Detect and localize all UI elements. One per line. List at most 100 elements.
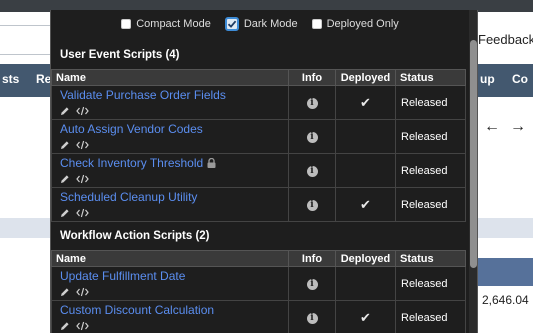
code-icon[interactable]: [76, 287, 89, 297]
deployed-only-checkbox[interactable]: [311, 19, 322, 29]
column-header-deployed: Deployed: [335, 69, 396, 86]
table-row: Validate Purchase Order Fields i ✔ Relea…: [51, 85, 466, 120]
pencil-icon[interactable]: [60, 174, 70, 184]
script-link[interactable]: Update Fulfillment Date: [60, 269, 288, 284]
script-link-text: Check Inventory Threshold: [60, 155, 204, 170]
script-link[interactable]: Custom Discount Calculation: [60, 303, 288, 318]
info-cell: i: [288, 300, 336, 333]
section-title: Workflow Action Scripts (2): [51, 222, 465, 250]
toggle-bar: Compact Mode Dark Mode Deployed Only: [51, 10, 469, 38]
deployed-check: ✔: [360, 196, 371, 212]
script-actions: [60, 138, 288, 152]
info-icon[interactable]: i: [306, 98, 318, 109]
popup-scrollbar[interactable]: [469, 10, 477, 333]
status-cell: Released: [395, 266, 466, 301]
status-cell: Released: [395, 85, 466, 120]
info-icon[interactable]: i: [306, 200, 318, 211]
forward-arrow-icon[interactable]: →: [510, 118, 526, 136]
pencil-icon[interactable]: [60, 106, 70, 116]
script-name-cell: Custom Discount Calculation: [51, 300, 289, 333]
info-icon[interactable]: i: [306, 313, 318, 324]
status-cell: Released: [395, 119, 466, 154]
code-icon[interactable]: [76, 106, 89, 116]
dark-mode-toggle[interactable]: Dark Mode: [224, 17, 298, 31]
script-name-cell: Validate Purchase Order Fields: [51, 85, 289, 120]
column-header-name: Name: [51, 69, 289, 86]
table-header-row: Name Info Deployed Status: [51, 250, 466, 267]
code-icon[interactable]: [76, 321, 89, 331]
scripts-table: Name Info Deployed Status Validate Purch…: [51, 69, 466, 222]
scrollbar-thumb[interactable]: [470, 40, 477, 268]
background-amount: 2,646.04: [482, 293, 529, 307]
deployed-cell: ✔: [335, 187, 396, 222]
scripts-table: Name Info Deployed Status Update Fulfill…: [51, 250, 466, 333]
deployed-cell: [335, 266, 396, 301]
search-field[interactable]: [0, 25, 53, 55]
code-icon[interactable]: [76, 208, 89, 218]
info-cell: i: [288, 187, 336, 222]
compact-mode-checkbox[interactable]: [121, 19, 132, 29]
info-cell: i: [288, 153, 336, 188]
script-actions: [60, 319, 288, 333]
pencil-icon[interactable]: [60, 321, 70, 331]
dark-mode-label: Dark Mode: [243, 18, 298, 30]
compact-mode-label: Compact Mode: [136, 18, 211, 30]
script-actions: [60, 285, 288, 299]
column-header-status: Status: [395, 250, 466, 267]
pencil-icon[interactable]: [60, 287, 70, 297]
script-link[interactable]: Scheduled Cleanup Utility: [60, 190, 288, 205]
background-header-cell: [478, 258, 533, 286]
script-name-cell: Check Inventory Threshold: [51, 153, 289, 188]
nav-item-partial-1[interactable]: sts: [2, 72, 19, 86]
script-actions: [60, 104, 288, 118]
checkmark-icon: [227, 20, 237, 28]
info-cell: i: [288, 85, 336, 120]
deployed-cell: ✔: [335, 85, 396, 120]
script-name-cell: Scheduled Cleanup Utility: [51, 187, 289, 222]
script-name-cell: Update Fulfillment Date: [51, 266, 289, 301]
script-link[interactable]: Validate Purchase Order Fields: [60, 88, 288, 103]
dark-mode-checkbox[interactable]: [224, 17, 239, 31]
script-actions: [60, 206, 288, 220]
table-row: Check Inventory Threshold i Released: [51, 153, 466, 188]
info-cell: i: [288, 266, 336, 301]
deployed-cell: [335, 119, 396, 154]
pencil-icon[interactable]: [60, 208, 70, 218]
column-header-deployed: Deployed: [335, 250, 396, 267]
info-cell: i: [288, 119, 336, 154]
nav-item-partial-3[interactable]: up: [480, 72, 495, 86]
table-row: Update Fulfillment Date i Released: [51, 266, 466, 301]
code-icon[interactable]: [76, 140, 89, 150]
table-row: Scheduled Cleanup Utility i ✔ Released: [51, 187, 466, 222]
info-icon[interactable]: i: [306, 132, 318, 143]
scripts-list: User Event Scripts (4) Name Info Deploye…: [51, 41, 466, 333]
section-title: User Event Scripts (4): [51, 41, 465, 69]
table-row: Custom Discount Calculation i ✔ Released: [51, 300, 466, 333]
column-header-info: Info: [288, 250, 336, 267]
script-link[interactable]: Auto Assign Vendor Codes: [60, 122, 288, 137]
code-icon[interactable]: [76, 174, 89, 184]
back-arrow-icon[interactable]: ←: [484, 118, 500, 136]
deployed-cell: [335, 153, 396, 188]
script-actions: [60, 172, 288, 186]
deployed-check: ✔: [360, 94, 371, 110]
scripts-popup: Compact Mode Dark Mode Deployed Only Use…: [50, 10, 478, 333]
workflow-action-scripts-section: Workflow Action Scripts (2) Name Info De…: [51, 222, 466, 333]
info-icon[interactable]: i: [306, 166, 318, 177]
column-header-info: Info: [288, 69, 336, 86]
deployed-only-toggle[interactable]: Deployed Only: [311, 18, 399, 30]
deployed-cell: ✔: [335, 300, 396, 333]
info-icon[interactable]: i: [306, 279, 318, 290]
column-header-status: Status: [395, 69, 466, 86]
status-cell: Released: [395, 153, 466, 188]
feedback-link[interactable]: Feedback: [478, 32, 533, 47]
script-name-cell: Auto Assign Vendor Codes: [51, 119, 289, 154]
lock-icon: [207, 158, 216, 169]
user-event-scripts-section: User Event Scripts (4) Name Info Deploye…: [51, 41, 466, 222]
status-cell: Released: [395, 300, 466, 333]
script-link[interactable]: Check Inventory Threshold: [60, 156, 288, 171]
status-cell: Released: [395, 187, 466, 222]
pencil-icon[interactable]: [60, 140, 70, 150]
nav-item-partial-4[interactable]: Co: [512, 72, 528, 86]
compact-mode-toggle[interactable]: Compact Mode: [121, 18, 211, 30]
